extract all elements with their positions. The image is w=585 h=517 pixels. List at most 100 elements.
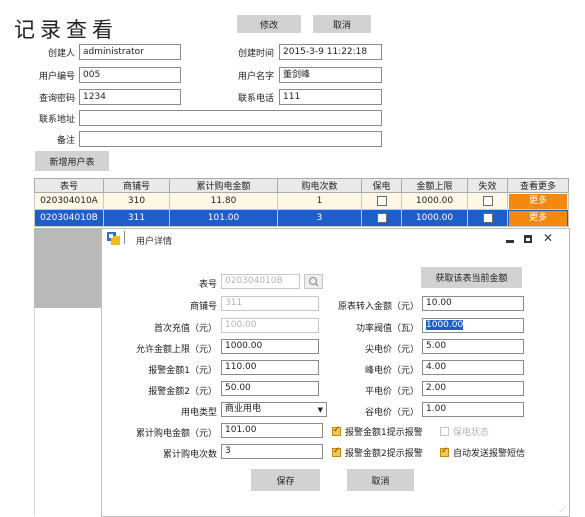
shop-label: 商铺号 bbox=[189, 302, 217, 312]
checkbox-unchecked bbox=[440, 427, 449, 436]
cancel-button[interactable]: 取消 bbox=[313, 15, 371, 33]
column-header[interactable]: 金额上限 bbox=[401, 178, 468, 193]
column-header[interactable]: 表号 bbox=[34, 178, 104, 193]
resize-grip-icon[interactable]: ⋰ bbox=[559, 505, 566, 513]
auto-sms-label: 自动发送报警短信 bbox=[453, 449, 526, 459]
column-header[interactable]: 失效 bbox=[467, 178, 508, 193]
keep-power-checkbox[interactable]: 保电状态 bbox=[440, 425, 489, 438]
search-button[interactable] bbox=[304, 274, 323, 289]
peak-price-field[interactable]: 5.00 bbox=[422, 339, 524, 354]
save-button[interactable]: 保存 bbox=[251, 469, 320, 491]
maximize-icon[interactable] bbox=[524, 235, 532, 243]
allowed-limit-field[interactable]: 1000.00 bbox=[221, 339, 319, 354]
checkbox-checked bbox=[332, 425, 341, 436]
table-empty-area bbox=[34, 228, 101, 308]
column-header[interactable]: 购电次数 bbox=[277, 178, 362, 193]
flat-price-field[interactable]: 2.00 bbox=[422, 381, 524, 396]
minimize-icon[interactable] bbox=[506, 240, 514, 243]
title-separator bbox=[124, 231, 125, 244]
user-no-label: 用户编号 bbox=[38, 72, 75, 82]
user-no-field[interactable]: 005 bbox=[79, 67, 181, 83]
chevron-down-icon: ▼ bbox=[317, 406, 323, 414]
close-icon[interactable]: ✕ bbox=[543, 231, 553, 245]
dialog-cancel-button[interactable]: 取消 bbox=[347, 469, 414, 491]
valley-price-field[interactable]: 1.00 bbox=[422, 402, 524, 417]
allowed-limit-label: 允许金额上限（元） bbox=[135, 345, 217, 355]
alarm1-label: 报警金额1（元） bbox=[148, 366, 217, 376]
more-button[interactable]: 更多 bbox=[509, 210, 567, 226]
invalid-checkbox[interactable] bbox=[482, 195, 493, 206]
alarm1-field[interactable]: 110.00 bbox=[221, 360, 319, 375]
created-time-field[interactable]: 2015-3-9 11:22:18 bbox=[279, 44, 382, 60]
first-charge-field[interactable]: 100.00 bbox=[221, 318, 319, 333]
high-price-field[interactable]: 4.00 bbox=[422, 360, 524, 375]
power-type-select[interactable]: 商业用电 ▼ bbox=[221, 402, 327, 417]
phone-field[interactable]: 111 bbox=[279, 89, 382, 105]
limit-cell: 1000.00 bbox=[401, 209, 468, 227]
high-price-label: 峰电价（元） bbox=[364, 366, 419, 376]
page-title: 记录查看 bbox=[14, 18, 118, 42]
invalid-checkbox[interactable] bbox=[482, 212, 493, 223]
invalid-cell bbox=[467, 209, 508, 227]
keep-power-checkbox[interactable] bbox=[376, 212, 387, 223]
keep-power-cell bbox=[361, 209, 402, 227]
query-pwd-field[interactable]: 1234 bbox=[79, 89, 181, 105]
buy-count-field[interactable]: 3 bbox=[221, 444, 323, 459]
creator-label: 创建人 bbox=[47, 49, 75, 59]
meter-field[interactable]: 020304010B bbox=[221, 274, 300, 289]
remark-field[interactable] bbox=[79, 131, 382, 147]
total-buy-label: 累计购电金额（元） bbox=[135, 429, 217, 439]
column-header[interactable]: 保电 bbox=[361, 178, 402, 193]
total-buy-field[interactable]: 101.00 bbox=[221, 423, 323, 438]
column-header[interactable]: 商铺号 bbox=[103, 178, 170, 193]
total-cell: 11.80 bbox=[169, 192, 278, 210]
creator-field[interactable]: administrator bbox=[79, 44, 181, 60]
get-current-amount-button[interactable]: 获取该表当前金额 bbox=[421, 267, 522, 288]
meter-label: 表号 bbox=[198, 280, 217, 290]
orig-amount-label: 原表转入金额（元） bbox=[337, 302, 419, 312]
table-header-row: 表号 商铺号 累计购电金额 购电次数 保电 金额上限 失效 查看更多 bbox=[34, 178, 569, 193]
total-cell: 101.00 bbox=[169, 209, 278, 227]
more-button[interactable]: 更多 bbox=[509, 193, 567, 209]
created-time-label: 创建时间 bbox=[237, 49, 274, 59]
add-user-table-button[interactable]: 新增用户表 bbox=[35, 151, 109, 171]
power-threshold-selection: 1000.00 bbox=[426, 320, 464, 330]
alarm2-prompt-label: 报警金额2提示报警 bbox=[345, 449, 423, 459]
table-empty-area-lower bbox=[34, 308, 102, 515]
count-cell: 3 bbox=[277, 209, 362, 227]
power-type-value: 商业用电 bbox=[225, 404, 262, 414]
phone-label: 联系电话 bbox=[237, 94, 274, 104]
shop-cell: 310 bbox=[103, 192, 170, 210]
keep-power-checkbox[interactable] bbox=[376, 195, 387, 206]
shop-field[interactable]: 311 bbox=[221, 296, 319, 311]
column-header[interactable]: 查看更多 bbox=[507, 178, 569, 193]
table-row[interactable]: 020304010A 310 11.80 1 1000.00 更多 bbox=[34, 192, 569, 210]
column-header[interactable]: 累计购电金额 bbox=[169, 178, 278, 193]
edit-button[interactable]: 修改 bbox=[237, 15, 301, 33]
alarm2-field[interactable]: 50.00 bbox=[221, 381, 319, 396]
user-table: 表号 商铺号 累计购电金额 购电次数 保电 金额上限 失效 查看更多 02030… bbox=[34, 178, 569, 227]
table-row[interactable]: 020304010B 311 101.00 3 1000.00 更多 bbox=[34, 209, 569, 227]
buy-count-label: 累计购电次数 bbox=[162, 450, 217, 460]
auto-sms-checkbox[interactable]: 自动发送报警短信 bbox=[440, 446, 525, 459]
user-name-label: 用户名字 bbox=[237, 72, 274, 82]
address-field[interactable] bbox=[79, 110, 382, 126]
shop-cell: 311 bbox=[103, 209, 170, 227]
peak-price-label: 尖电价（元） bbox=[364, 345, 419, 355]
query-pwd-label: 查询密码 bbox=[38, 94, 75, 104]
checkbox-checked bbox=[332, 446, 341, 457]
meter-cell: 020304010B bbox=[34, 209, 104, 227]
power-threshold-field[interactable]: 1000.00 bbox=[422, 318, 524, 333]
user-name-field[interactable]: 董剑峰 bbox=[279, 67, 382, 83]
checkbox-checked bbox=[440, 446, 449, 457]
keep-power-label: 保电状态 bbox=[453, 428, 490, 438]
alarm1-prompt-checkbox[interactable]: 报警金额1提示报警 bbox=[332, 425, 423, 438]
first-charge-label: 首次充值（元） bbox=[153, 324, 217, 334]
orig-amount-field[interactable]: 10.00 bbox=[422, 296, 524, 311]
more-cell: 更多 bbox=[507, 192, 569, 210]
alarm2-prompt-checkbox[interactable]: 报警金额2提示报警 bbox=[332, 446, 423, 459]
keep-power-cell bbox=[361, 192, 402, 210]
invalid-cell bbox=[467, 192, 508, 210]
remark-label: 备注 bbox=[56, 136, 75, 146]
count-cell: 1 bbox=[277, 192, 362, 210]
